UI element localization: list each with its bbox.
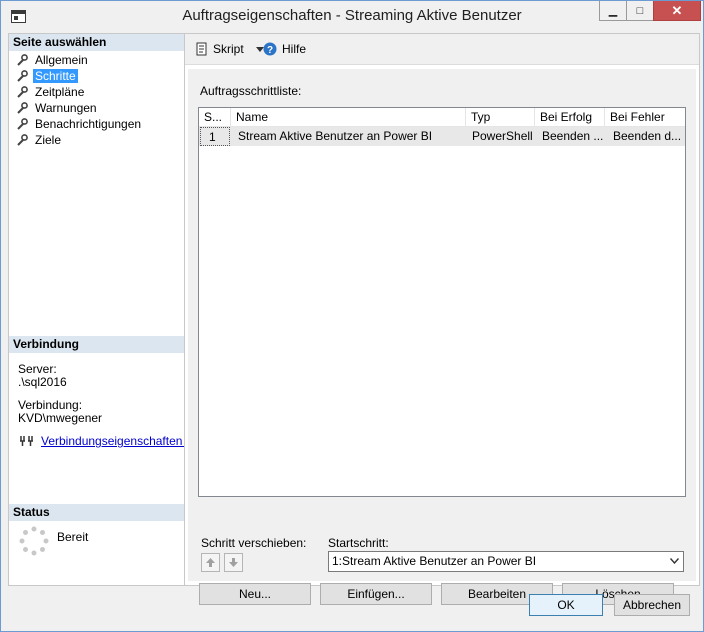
svg-text:?: ?	[267, 45, 273, 56]
ok-button[interactable]: OK	[529, 594, 603, 616]
sidebar-item-allgemein[interactable]: Allgemein	[16, 52, 90, 67]
wrench-icon	[17, 85, 28, 98]
page-selector-pane: Seite auswählen Allgemein Schritte Zeitp…	[8, 33, 185, 586]
help-label: Hilfe	[282, 42, 307, 56]
connection-value: KVD\mwegener	[18, 411, 103, 425]
sidebar-item-schritte[interactable]: Schritte	[16, 68, 78, 83]
minimize-button[interactable]: ▁	[599, 1, 627, 21]
move-step-up-button[interactable]	[201, 553, 220, 572]
sidebar-item-label: Ziele	[35, 132, 62, 147]
cancel-button[interactable]: Abbrechen	[614, 594, 690, 616]
toolbar: Skript ? Hilfe	[185, 34, 699, 65]
window-title: Auftragseigenschaften - Streaming Aktive…	[182, 7, 522, 24]
column-header-name[interactable]: Name	[231, 108, 466, 126]
column-header-type[interactable]: Typ	[466, 108, 535, 126]
wrench-icon	[17, 117, 28, 130]
step-list-label: Auftragsschrittliste:	[200, 84, 302, 98]
sidebar-item-ziele[interactable]: Ziele	[16, 132, 63, 147]
progress-spinner-icon	[19, 526, 49, 556]
sidebar-item-warnungen[interactable]: Warnungen	[16, 100, 99, 115]
sidebar-item-label: Warnungen	[35, 100, 97, 115]
server-value: .\sql2016	[18, 375, 67, 389]
new-step-button[interactable]: Neu...	[199, 583, 311, 605]
wrench-icon	[17, 133, 28, 146]
help-button[interactable]: ? Hilfe	[263, 42, 306, 56]
status-text: Bereit	[57, 530, 89, 544]
cell-on-failure: Beenden d...	[613, 129, 682, 143]
connection-properties-link[interactable]: Verbindungseigenschaften anzeigen	[41, 434, 184, 448]
connection-label: Verbindung:	[18, 398, 83, 412]
column-header-on-success[interactable]: Bei Erfolg	[535, 108, 605, 126]
insert-step-button[interactable]: Einfügen...	[320, 583, 432, 605]
sidebar-item-label: Benachrichtigungen	[35, 116, 142, 131]
sidebar-item-benachrichtigungen[interactable]: Benachrichtigungen	[16, 116, 143, 131]
sidebar-item-label: Zeitpläne	[35, 84, 85, 99]
start-step-value: 1:Stream Aktive Benutzer an Power BI	[332, 554, 537, 568]
sidebar-item-label: Schritte	[33, 68, 78, 83]
steps-page: Skript ? Hilfe Auftragsschrittliste: S..…	[184, 33, 700, 605]
help-icon: ?	[263, 42, 277, 56]
page-selector-heading: Seite auswählen	[9, 34, 184, 51]
arrow-up-icon	[206, 558, 215, 567]
start-step-select[interactable]: 1:Stream Aktive Benutzer an Power BI	[328, 551, 684, 572]
column-header-step[interactable]: S...	[199, 108, 231, 126]
wrench-icon	[17, 101, 28, 114]
move-step-down-button[interactable]	[224, 553, 243, 572]
table-header: S... Name Typ Bei Erfolg Bei Fehler	[199, 108, 685, 127]
cell-on-success: Beenden ...	[542, 129, 604, 143]
cell-name: Stream Aktive Benutzer an Power BI	[238, 129, 433, 143]
close-button[interactable]: ✕	[653, 1, 701, 21]
script-icon	[196, 42, 207, 56]
script-button[interactable]: Skript	[195, 42, 264, 56]
wrench-icon	[17, 69, 28, 82]
move-step-label: Schritt verschieben:	[201, 536, 307, 550]
wrench-icon	[17, 53, 28, 66]
start-step-label: Startschritt:	[328, 536, 389, 550]
sidebar-item-label: Allgemein	[35, 52, 88, 67]
script-label: Skript	[213, 42, 244, 56]
job-properties-window: Auftragseigenschaften - Streaming Aktive…	[0, 0, 704, 632]
sidebar-item-zeitplaene[interactable]: Zeitpläne	[16, 84, 86, 99]
table-row[interactable]: 1 Stream Aktive Benutzer an Power BI Pow…	[199, 127, 685, 146]
status-heading: Status	[9, 504, 184, 521]
cell-type: PowerShell	[472, 129, 533, 143]
arrow-down-icon	[229, 558, 238, 567]
steps-panel: Auftragsschrittliste: S... Name Typ Bei …	[188, 69, 696, 605]
title-bar: Auftragseigenschaften - Streaming Aktive…	[1, 1, 703, 31]
cell-step: 1	[200, 127, 230, 146]
server-label: Server:	[18, 362, 57, 376]
maximize-button[interactable]: □	[626, 1, 654, 21]
connection-heading: Verbindung	[9, 336, 184, 353]
connection-properties-icon	[20, 436, 33, 446]
column-header-on-failure[interactable]: Bei Fehler	[605, 108, 685, 126]
job-steps-table[interactable]: S... Name Typ Bei Erfolg Bei Fehler 1 St…	[198, 107, 686, 497]
chevron-down-icon	[670, 558, 679, 564]
